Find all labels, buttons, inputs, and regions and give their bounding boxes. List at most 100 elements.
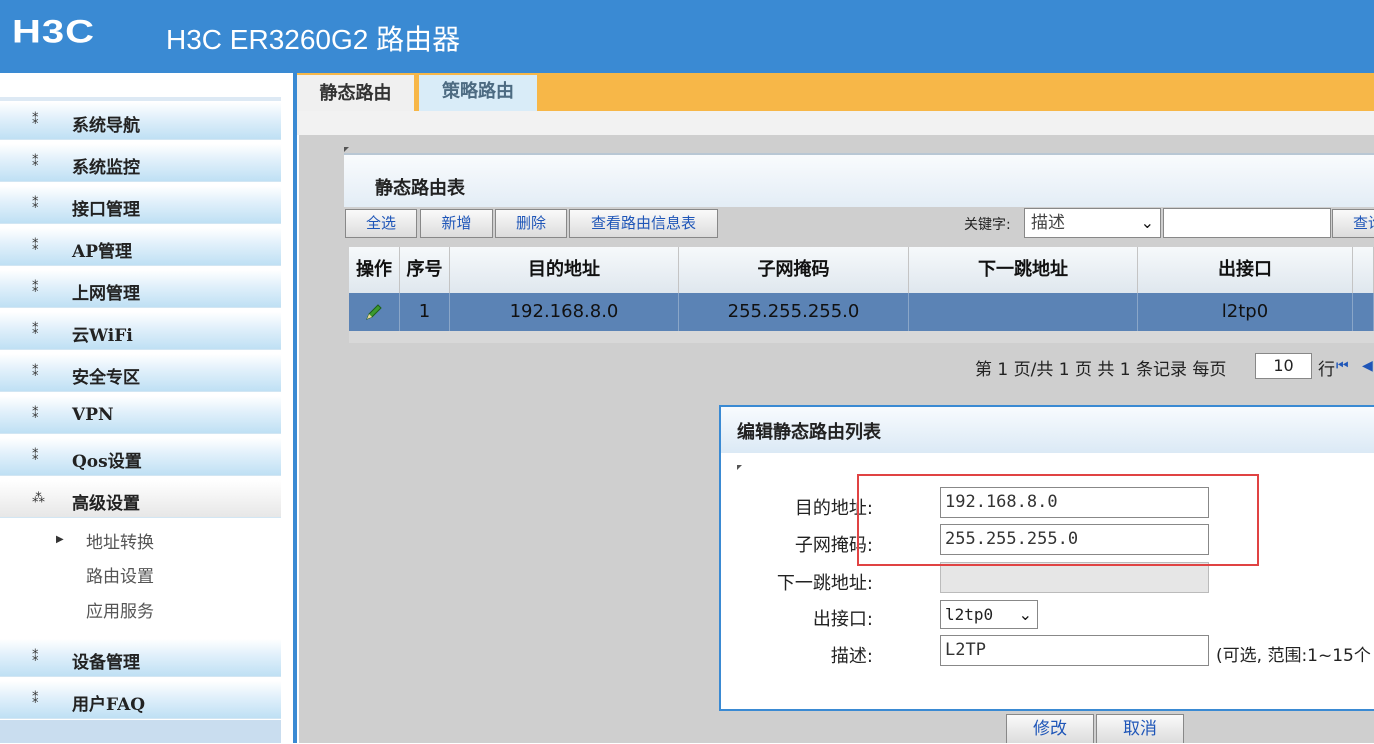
first-page-icon[interactable]: ⏮ <box>1336 358 1349 374</box>
current-item-arrow-icon: ▶ <box>56 534 64 545</box>
dialog-header: 编辑静态路由列表 <box>721 407 1374 453</box>
keyword-input[interactable] <box>1163 208 1331 238</box>
sidebar-subitem-routing[interactable]: 路由设置 <box>86 562 154 587</box>
col-header-dest: 目的地址 <box>450 247 679 293</box>
iface-label: 出接口: <box>812 609 873 630</box>
description-input[interactable]: L2TP <box>940 635 1209 666</box>
sidebar-item-qos-settings[interactable]: ⁑ Qos设置 <box>0 438 281 476</box>
corner-marker-icon <box>737 465 742 470</box>
bullet-arrow-icon: ⁑ <box>32 197 39 212</box>
table-cell-extra <box>1353 293 1374 331</box>
col-header-action: 操作 <box>349 247 400 293</box>
sidebar-item-ap-management[interactable]: ⁑ AP管理 <box>0 228 281 266</box>
keyword-label: 关键字: <box>964 217 1011 233</box>
app-header: H3C H3C ER3260G2 路由器 <box>0 0 1374 73</box>
table-cell-mask: 255.255.255.0 <box>679 293 909 331</box>
sidebar-item-label: VPN <box>72 405 114 425</box>
select-all-button[interactable]: 全选 <box>345 209 417 238</box>
sidebar-item-label: 用户FAQ <box>72 695 146 715</box>
col-header-mask: 子网掩码 <box>679 247 909 293</box>
edit-row-button[interactable] <box>349 293 400 331</box>
bullet-arrow-icon: ⁑ <box>32 449 39 464</box>
sidebar-item-label: AP管理 <box>72 242 132 262</box>
tab-policy-route[interactable]: 策略路由 <box>419 75 537 111</box>
out-interface-select[interactable]: l2tp0 ⌄ <box>940 600 1038 629</box>
sidebar-item-advanced-settings[interactable]: ⁂ 高级设置 <box>0 480 281 518</box>
mask-label: 子网掩码: <box>794 535 873 556</box>
table-cell-next-hop <box>909 293 1138 331</box>
bullet-arrow-icon: ⁑ <box>32 407 39 422</box>
corner-marker-icon <box>344 147 349 152</box>
add-button[interactable]: 新增 <box>420 209 493 238</box>
bullet-arrow-icon: ⁑ <box>32 113 39 128</box>
sidebar-item-label: 高级设置 <box>72 494 140 514</box>
keyword-type-value: 描述 <box>1031 213 1065 233</box>
app-title: H3C ER3260G2 路由器 <box>166 24 461 55</box>
sidebar-splitter <box>293 73 297 743</box>
col-header-iface: 出接口 <box>1138 247 1353 293</box>
prev-page-icon[interactable]: ◀ <box>1362 358 1373 374</box>
pencil-edit-icon <box>366 304 382 320</box>
bullet-arrow-icon: ⁑ <box>32 239 39 254</box>
bullet-arrow-icon: ⁑ <box>32 365 39 380</box>
description-hint: (可选, 范围:1~15个 <box>1216 646 1371 666</box>
sidebar-item-label: 安全专区 <box>72 368 140 388</box>
sidebar-item-user-faq[interactable]: ⁑ 用户FAQ <box>0 681 281 719</box>
table-cell-iface: l2tp0 <box>1138 293 1353 331</box>
sidebar-item-cloud-wifi[interactable]: ⁑ 云WiFi <box>0 312 281 350</box>
sidebar-item-system-navigation[interactable]: ⁑ 系统导航 <box>0 102 281 140</box>
dest-label: 目的地址: <box>794 498 873 519</box>
next-hop-label: 下一跳地址: <box>776 573 873 594</box>
bullet-arrow-icon: ⁑ <box>32 323 39 338</box>
sidebar-item-label: 设备管理 <box>72 653 140 673</box>
sidebar-subitem-nat[interactable]: 地址转换 <box>86 528 154 553</box>
sidebar-item-label: 上网管理 <box>72 284 140 304</box>
tab-static-route[interactable]: 静态路由 <box>297 73 414 111</box>
sidebar-item-device-management[interactable]: ⁑ 设备管理 <box>0 639 281 677</box>
cancel-button[interactable]: 取消 <box>1096 714 1184 743</box>
col-header-extra <box>1353 247 1374 293</box>
table-footer-strip <box>349 331 1374 343</box>
sidebar-item-system-monitor[interactable]: ⁑ 系统监控 <box>0 144 281 182</box>
keyword-type-select[interactable]: 描述 ⌄ <box>1024 208 1161 238</box>
table-cell-index: 1 <box>400 293 450 331</box>
chevron-down-icon: ⌄ <box>1140 213 1154 232</box>
panel-header: 静态路由表 <box>344 153 1374 207</box>
sidebar-item-security-zone[interactable]: ⁑ 安全专区 <box>0 354 281 392</box>
sidebar-item-label: 接口管理 <box>72 200 140 220</box>
modify-button[interactable]: 修改 <box>1006 714 1094 743</box>
bullet-arrow-icon: ⁑ <box>32 155 39 170</box>
sidebar-subitem-app-services[interactable]: 应用服务 <box>86 597 154 622</box>
chevron-down-icon: ⌄ <box>1018 605 1032 624</box>
bullet-arrow-icon: ⁑ <box>32 650 39 665</box>
delete-button[interactable]: 删除 <box>495 209 567 238</box>
sidebar-item-label: 系统监控 <box>72 158 140 178</box>
table-cell-dest: 192.168.8.0 <box>450 293 679 331</box>
next-hop-input[interactable] <box>940 562 1209 593</box>
tab-bar: 静态路由 策略路由 <box>297 73 1374 111</box>
sidebar-item-vpn[interactable]: ⁑ VPN <box>0 396 281 434</box>
content-top-strip <box>297 111 1374 135</box>
annotation-highlight-box <box>857 474 1259 566</box>
sidebar-footer <box>0 720 281 743</box>
sidebar-item-label: 云WiFi <box>72 326 133 346</box>
sidebar-item-internet-management[interactable]: ⁑ 上网管理 <box>0 270 281 308</box>
sidebar-item-label: 系统导航 <box>72 116 140 136</box>
dialog-title: 编辑静态路由列表 <box>737 422 881 443</box>
panel-title: 静态路由表 <box>375 178 465 199</box>
brand-logo: H3C <box>12 14 96 51</box>
view-route-info-button[interactable]: 查看路由信息表 <box>569 209 718 238</box>
bullet-arrow-icon: ⁑ <box>32 692 39 707</box>
sidebar-top-divider <box>0 97 281 101</box>
out-interface-value: l2tp0 <box>945 605 994 624</box>
per-page-input[interactable]: 10 <box>1255 353 1312 379</box>
desc-label: 描述: <box>830 646 873 667</box>
sidebar-item-label: Qos设置 <box>72 452 142 472</box>
sidebar-item-interface-management[interactable]: ⁑ 接口管理 <box>0 186 281 224</box>
pager-row-unit: 行 <box>1318 360 1335 380</box>
bullet-arrow-icon: ⁑ <box>32 281 39 296</box>
col-header-index: 序号 <box>400 247 450 293</box>
search-button[interactable]: 查询 <box>1332 209 1374 238</box>
col-header-next-hop: 下一跳地址 <box>909 247 1138 293</box>
expanded-arrow-icon: ⁂ <box>32 491 45 506</box>
